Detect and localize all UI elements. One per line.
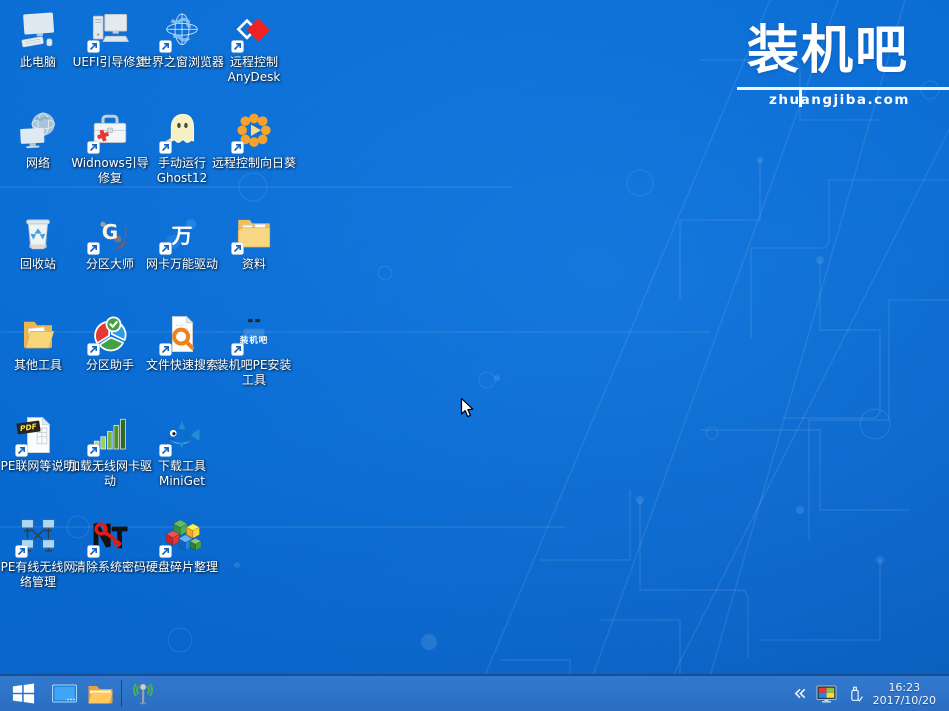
taskbar-wireless-antenna-button[interactable]	[125, 676, 161, 711]
start-button[interactable]	[0, 676, 46, 711]
shortcut-arrow-icon	[159, 444, 172, 457]
desktop-icon-zjb-pe-installer[interactable]: 装机吧装机吧PE安装工具	[218, 311, 290, 412]
desktop-icon-label: 下载工具MiniGet	[140, 459, 224, 489]
sunlogin-icon	[233, 111, 275, 153]
desktop-icon-anydesk[interactable]: 远程控制AnyDesk	[218, 8, 290, 109]
desktop-icon-windows-boot-repair[interactable]: Widnows引导修复	[74, 109, 146, 210]
desktop-icon-pe-network-manager[interactable]: PE有线无线网络管理	[2, 513, 74, 614]
desktop-icon-this-pc[interactable]: 此电脑	[2, 8, 74, 109]
this-pc-icon	[17, 10, 59, 52]
clock-time: 16:23	[873, 681, 936, 694]
world-browser-icon	[161, 10, 203, 52]
desktop-icon-uefi-boot-repair[interactable]: UEFI引导修复	[74, 8, 146, 109]
miniget-icon	[161, 414, 203, 456]
desktop-icon-pe-net-guide[interactable]: PDFPE联网等说明	[2, 412, 74, 513]
taskbar-clock[interactable]: 16:23 2017/10/20	[873, 681, 936, 707]
shortcut-arrow-icon	[159, 40, 172, 53]
desktop-icon-label: 硬盘碎片整理	[140, 560, 224, 575]
desktop-icon-grid: 此电脑网络回收站其他工具PDFPE联网等说明PE有线无线网络管理 UEFI引导修复…	[2, 8, 290, 614]
desktop-icon-label: 装机吧PE安装工具	[212, 358, 296, 388]
desktop-icon-label: 远程控制向日葵	[212, 156, 296, 171]
desktop-icon-network[interactable]: 网络	[2, 109, 74, 210]
desktop-icon-label: 资料	[212, 257, 296, 272]
clock-date: 2017/10/20	[873, 694, 936, 707]
desktop-icon-partition-assistant[interactable]: 分区助手	[74, 311, 146, 412]
other-tools-icon	[17, 313, 59, 355]
desktop-icon-file-search[interactable]: 文件快速搜索	[146, 311, 218, 412]
shortcut-arrow-icon	[231, 242, 244, 255]
desktop-icon-label: 远程控制AnyDesk	[212, 55, 296, 85]
pe-network-manager-icon	[17, 515, 59, 557]
partition-assistant-icon	[89, 313, 131, 355]
brand-logo-text: 装机吧	[747, 20, 909, 82]
usb-device-icon	[846, 684, 864, 704]
system-tray: 16:23 2017/10/20	[792, 676, 949, 711]
shortcut-arrow-icon	[87, 242, 100, 255]
brand-url-text: zhuangjiba.com	[769, 92, 910, 108]
desktop-icon-miniget[interactable]: 下载工具MiniGet	[146, 412, 218, 513]
wifi-driver-loader-icon	[89, 414, 131, 456]
taskbar: 16:23 2017/10/20	[0, 674, 949, 711]
tray-usb-eject-button[interactable]	[846, 684, 864, 704]
desktop-icon-world-browser[interactable]: 世界之窗浏览器	[146, 8, 218, 109]
shortcut-arrow-icon	[15, 444, 28, 457]
desktop-icon-recycle-bin[interactable]: 回收站	[2, 210, 74, 311]
desktop-wallpaper: 装机吧 zhuangjiba.com 此电脑网络回收站其他工具PDFPE联网等说…	[0, 0, 949, 711]
shortcut-arrow-icon	[159, 141, 172, 154]
chevron-left-icon	[792, 686, 807, 701]
shortcut-arrow-icon	[159, 545, 172, 558]
diskgenius-icon: G	[89, 212, 131, 254]
lan-driver-icon: 万	[161, 212, 203, 254]
desktop-icon-diskgenius[interactable]: G分区大师	[74, 210, 146, 311]
windows-logo-icon	[11, 681, 36, 706]
brand-underline	[737, 87, 949, 90]
display-color-icon	[816, 684, 837, 704]
shortcut-arrow-icon	[231, 343, 244, 356]
shortcut-arrow-icon	[231, 141, 244, 154]
desktop-icon-clear-password[interactable]: 清除系统密码	[74, 513, 146, 614]
shortcut-arrow-icon	[87, 343, 100, 356]
taskbar-separator	[121, 680, 122, 707]
defrag-icon	[161, 515, 203, 557]
windows-boot-repair-icon	[89, 111, 131, 153]
shortcut-arrow-icon	[87, 40, 100, 53]
desktop-icon-ghost12[interactable]: 手动运行Ghost12	[146, 109, 218, 210]
shortcut-arrow-icon	[87, 444, 100, 457]
ghost12-icon	[161, 111, 203, 153]
taskbar-show-desktop-button[interactable]	[46, 676, 82, 711]
shortcut-arrow-icon	[231, 40, 244, 53]
shortcut-arrow-icon	[15, 545, 28, 558]
anydesk-icon	[233, 10, 275, 52]
documents-icon	[233, 212, 275, 254]
pe-net-guide-icon: PDF	[17, 414, 59, 456]
desktop-icon-wifi-driver-loader[interactable]: 加载无线网卡驱动	[74, 412, 146, 513]
desktop-monitor-icon	[51, 682, 78, 706]
desktop-icon-lan-driver[interactable]: 万网卡万能驱动	[146, 210, 218, 311]
antenna-signal-icon	[129, 681, 157, 707]
shortcut-arrow-icon	[87, 545, 100, 558]
desktop-icon-documents[interactable]: 资料	[218, 210, 290, 311]
taskbar-file-explorer-button[interactable]	[82, 676, 118, 711]
desktop-icon-sunlogin[interactable]: 远程控制向日葵	[218, 109, 290, 210]
zjb-pe-installer-icon: 装机吧	[233, 313, 275, 355]
file-search-icon	[161, 313, 203, 355]
recycle-bin-icon	[17, 212, 59, 254]
network-icon	[17, 111, 59, 153]
shortcut-arrow-icon	[159, 242, 172, 255]
shortcut-arrow-icon	[87, 141, 100, 154]
desktop-icon-defrag[interactable]: 硬盘碎片整理	[146, 513, 218, 614]
clear-password-icon	[89, 515, 131, 557]
tray-display-settings-button[interactable]	[816, 684, 837, 704]
desktop-icon-other-tools[interactable]: 其他工具	[2, 311, 74, 412]
folder-icon	[87, 682, 114, 706]
uefi-boot-repair-icon	[89, 10, 131, 52]
tray-expand-chevron-button[interactable]	[792, 686, 807, 701]
shortcut-arrow-icon	[159, 343, 172, 356]
